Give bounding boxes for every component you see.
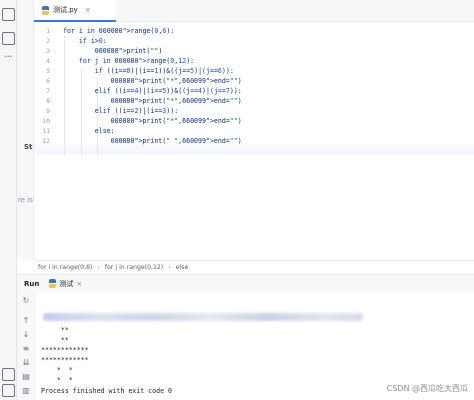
trash-icon[interactable]: ▥: [21, 386, 31, 396]
console-line: * *: [41, 376, 73, 384]
line-number: 11: [42, 127, 50, 135]
run-toolstrip: ↻ ↑ ↓ ≡ ⇊ ▤ ▥: [17, 292, 35, 400]
line-number: 12: [42, 137, 50, 145]
left-tool-strip: ···: [0, 0, 17, 400]
soft-wrap-icon[interactable]: ≡: [21, 344, 31, 354]
close-icon[interactable]: ×: [85, 6, 91, 14]
code-line[interactable]: 000080">print("*",660099">end=""): [63, 96, 242, 106]
run-panel-title: Run: [24, 279, 40, 288]
breadcrumb-item[interactable]: for j in range(0,12): [105, 264, 163, 271]
run-panel-header: Run 测试 ×: [17, 274, 474, 292]
line-number: 6: [46, 77, 50, 85]
blurred-command-line: [43, 313, 363, 321]
project-panel: Str re is: [17, 0, 34, 260]
rerun-icon[interactable]: ↻: [21, 296, 31, 306]
line-number: 9: [46, 107, 50, 115]
code-line[interactable]: if ((i==0)|(i==1))&((j==5)|(j==6)):: [63, 66, 234, 76]
tab-test-py[interactable]: 测试.py ×: [34, 0, 116, 22]
structure-icon[interactable]: [2, 32, 15, 45]
breadcrumb-item[interactable]: else: [176, 264, 189, 271]
truncated-text: re is: [18, 196, 33, 204]
console-line: **: [41, 326, 69, 334]
line-number: 4: [46, 57, 50, 65]
line-number: 2: [46, 37, 50, 45]
line-number: 10: [42, 117, 50, 125]
code-line[interactable]: if i>0:: [63, 36, 107, 46]
line-number: 1: [46, 27, 50, 35]
watermark: CSDN @西瓜吃大西瓜: [386, 384, 468, 393]
breadcrumb-separator: ›: [97, 264, 100, 271]
breadcrumb: for i in range(0,6) › for j in range(0,1…: [34, 260, 474, 274]
line-number-gutter: 1 2 3 4 5 6 7 8 9 10 11 12: [34, 22, 50, 260]
more-icon[interactable]: ···: [4, 51, 12, 62]
editor-tab-bar: 测试.py ×: [34, 0, 474, 22]
arrow-up-icon[interactable]: ↑: [21, 316, 31, 326]
code-line[interactable]: 000080">print("*",660099">end=""): [63, 76, 242, 86]
code-line[interactable]: elif ((i==4)|(i==5))&((j==4)|(j==7)):: [63, 86, 242, 96]
arrow-down-icon[interactable]: ↓: [21, 330, 31, 340]
breadcrumb-item[interactable]: for i in range(0,6): [38, 264, 92, 271]
scroll-to-end-icon[interactable]: ⇊: [21, 358, 31, 368]
code-line[interactable]: elif ((i==2)|(i==3)):: [63, 106, 178, 116]
code-line[interactable]: for j in 000080">range(0,12):: [63, 56, 194, 66]
code-line[interactable]: 000080">print(""): [63, 46, 163, 56]
python-file-icon: [49, 279, 57, 288]
close-icon[interactable]: ×: [76, 280, 82, 288]
console-line: ************: [41, 356, 89, 364]
console-line: **: [41, 336, 69, 344]
code-line-current[interactable]: 000080">print(" ",660099">end=""): [63, 136, 242, 146]
code-editor[interactable]: 1 2 3 4 5 6 7 8 9 10 11 12 for i in 0000…: [34, 22, 474, 260]
folder-icon[interactable]: [2, 8, 15, 21]
exit-message: Process finished with exit code 0: [41, 387, 173, 395]
line-number: 7: [46, 87, 50, 95]
structure-label[interactable]: Str: [24, 143, 33, 151]
run-tab[interactable]: 测试 ×: [49, 279, 82, 289]
problems-icon[interactable]: [2, 384, 15, 397]
line-number: 8: [46, 97, 50, 105]
python-console-icon[interactable]: [2, 368, 15, 381]
print-icon[interactable]: ▤: [21, 372, 31, 382]
code-line[interactable]: for i in 000080">range(0,6):: [63, 26, 174, 36]
code-line[interactable]: 000080">print("*",660099">end=""): [63, 116, 242, 126]
current-line-highlight: [34, 145, 474, 155]
console-line: * *: [41, 366, 73, 374]
line-number: 5: [46, 67, 50, 75]
tab-label: 测试.py: [53, 6, 78, 14]
python-file-icon: [42, 5, 49, 15]
breadcrumb-separator: ›: [168, 264, 171, 271]
code-line[interactable]: else:: [63, 126, 115, 136]
run-tab-label: 测试: [59, 279, 74, 288]
line-number: 3: [46, 47, 50, 55]
console-line: ************: [41, 346, 89, 354]
